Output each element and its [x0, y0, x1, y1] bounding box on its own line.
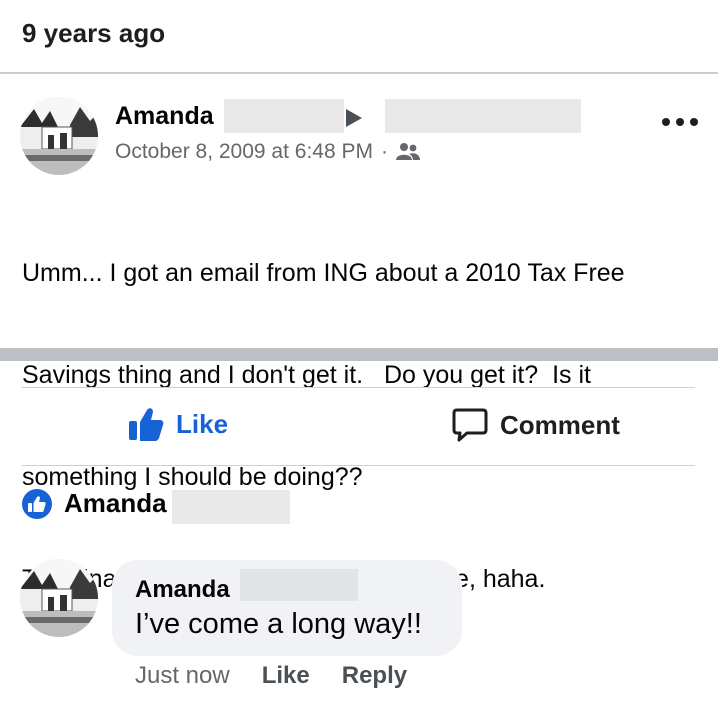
like-reaction-icon	[22, 488, 52, 519]
comment-timestamp[interactable]: Just now	[135, 662, 230, 690]
comment-text: I’ve come a long way!!	[135, 608, 422, 640]
more-options-icon[interactable]	[662, 110, 698, 134]
comment-icon	[452, 408, 488, 442]
friends-icon[interactable]	[396, 142, 420, 162]
like-button[interactable]: Like	[128, 407, 228, 441]
commenter-avatar[interactable]	[20, 559, 98, 637]
reaction-row[interactable]: Amanda	[22, 488, 167, 519]
actions-bottom-divider	[22, 465, 695, 466]
header-divider	[0, 72, 718, 74]
post-body-line: Umm... I got an email from ING about a 2…	[22, 259, 625, 287]
comment-button-label: Comment	[500, 409, 620, 440]
liker-name[interactable]: Amanda	[64, 488, 167, 519]
redacted-surname	[224, 99, 344, 133]
section-divider	[0, 348, 718, 361]
comment-reply-link[interactable]: Reply	[342, 662, 407, 690]
comment-button[interactable]: Comment	[452, 407, 620, 443]
comment-author-name[interactable]: Amanda	[135, 576, 230, 604]
actions-top-divider	[22, 387, 695, 388]
post-meta: October 8, 2009 at 6:48 PM ·	[115, 140, 420, 164]
comment-like-link[interactable]: Like	[262, 662, 310, 690]
avatar-photo-icon	[20, 559, 98, 637]
avatar-photo-icon	[20, 97, 98, 175]
like-button-label: Like	[176, 408, 229, 439]
redacted-liker-surname	[172, 490, 290, 524]
post-author-name[interactable]: Amanda	[115, 102, 214, 131]
meta-separator: ·	[381, 140, 388, 163]
author-avatar[interactable]	[20, 97, 98, 175]
arrow-right-icon	[346, 109, 362, 127]
redacted-recipient	[385, 99, 581, 133]
memory-header: 9 years ago	[22, 18, 166, 48]
redacted-commenter-surname	[240, 569, 358, 601]
thumbs-up-icon	[129, 408, 164, 441]
post-timestamp[interactable]: October 8, 2009 at 6:48 PM	[115, 140, 373, 164]
comment-meta: Just now Like Reply	[135, 662, 407, 690]
